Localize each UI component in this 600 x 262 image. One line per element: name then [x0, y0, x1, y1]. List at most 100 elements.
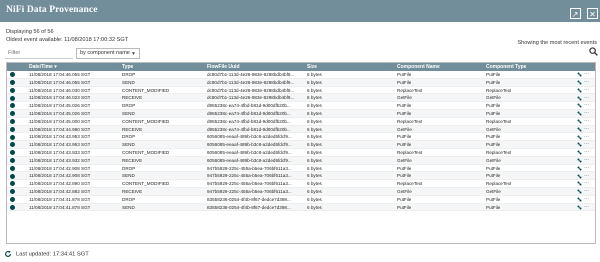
more-icon[interactable]: ⋯ — [584, 95, 589, 101]
lineage-icon[interactable] — [577, 111, 582, 116]
table-row: 11/08/2018 17:04:41.878 SGT DROP 83558236-… — [7, 196, 595, 204]
lineage-icon[interactable] — [577, 127, 582, 132]
header-flowfile-uuid[interactable]: FlowFile Uuid — [207, 63, 240, 71]
more-icon[interactable]: ⋯ — [584, 149, 589, 155]
cell-component-type: PutFile — [486, 204, 501, 210]
header-datetime[interactable]: Date/Time ▾ — [29, 63, 57, 71]
info-icon[interactable] — [10, 87, 15, 93]
lineage-icon[interactable] — [577, 142, 582, 147]
info-icon[interactable] — [10, 134, 15, 140]
footer: Last updated: 17:34:41 SGT — [4, 250, 89, 258]
table-row: 11/08/2018 17:04:45.000 SGT CONTENT_MODIF… — [7, 118, 595, 126]
info-icon[interactable] — [10, 118, 15, 124]
info-icon[interactable] — [10, 189, 15, 195]
open-in-new-window-icon[interactable]: ↗ — [569, 8, 581, 19]
cell-flowfile-uuid: 6056085-eeaaf-489b-b3c8-a2ded5fdcf9... — [207, 149, 292, 155]
lineage-icon[interactable] — [577, 80, 582, 85]
info-icon[interactable] — [10, 173, 15, 179]
info-icon[interactable] — [10, 196, 15, 202]
cell-datetime: 11/08/2018 17:04:42.908 SGT — [29, 165, 91, 171]
more-icon[interactable]: ⋯ — [584, 110, 589, 116]
cell-component-name: PutFile — [397, 173, 412, 179]
cell-datetime: 11/08/2018 17:04:46.023 SGT — [29, 95, 91, 101]
cell-size: 6 bytes — [307, 72, 322, 77]
lineage-icon[interactable] — [577, 174, 582, 179]
more-icon[interactable]: ⋯ — [584, 165, 589, 171]
info-icon[interactable] — [10, 72, 15, 78]
table-row: 11/08/2018 17:04:42.890 SGT CONTENT_MODIF… — [7, 180, 595, 188]
info-icon[interactable] — [10, 95, 15, 101]
cell-component-type: GetFile — [486, 157, 501, 163]
lineage-icon[interactable] — [577, 181, 582, 186]
cell-type: SEND — [122, 110, 135, 116]
refresh-icon[interactable] — [4, 250, 12, 258]
more-icon[interactable]: ⋯ — [584, 204, 589, 210]
cell-component-name: PutFile — [397, 103, 412, 109]
search-icon[interactable] — [589, 47, 598, 56]
cell-type: DROP — [122, 165, 136, 171]
more-icon[interactable]: ⋯ — [584, 118, 589, 124]
header-size[interactable]: Size — [307, 63, 317, 71]
cell-flowfile-uuid: dc80d7b1-113d-4e26-983e-8298bdb4bf9... — [207, 72, 295, 77]
cell-size: 6 bytes — [307, 134, 322, 140]
info-icon[interactable] — [10, 204, 15, 210]
filter-input[interactable] — [5, 48, 73, 59]
cell-size: 6 bytes — [307, 157, 322, 163]
lineage-icon[interactable] — [577, 103, 582, 108]
more-icon[interactable]: ⋯ — [584, 180, 589, 186]
info-icon[interactable] — [10, 157, 15, 163]
more-icon[interactable]: ⋯ — [584, 196, 589, 202]
info-icon[interactable] — [10, 165, 15, 171]
close-icon[interactable]: ✕ — [587, 8, 598, 19]
cell-datetime: 11/08/2018 17:04:41.878 SGT — [29, 196, 91, 202]
more-icon[interactable]: ⋯ — [584, 173, 589, 179]
lineage-icon[interactable] — [577, 189, 582, 194]
more-icon[interactable]: ⋯ — [584, 102, 589, 108]
info-icon[interactable] — [10, 150, 15, 156]
lineage-icon[interactable] — [577, 96, 582, 101]
info-icon[interactable] — [10, 79, 15, 85]
table-row: 11/08/2018 17:04:42.908 SGT DROP 947b5929-… — [7, 165, 595, 173]
lineage-icon[interactable] — [577, 205, 582, 210]
cell-type: RECEIVE — [122, 157, 143, 163]
lineage-icon[interactable] — [577, 135, 582, 140]
table-row: 11/08/2018 17:04:45.026 SGT DROP d955238c-… — [7, 102, 595, 110]
header-component-type[interactable]: Component Type — [486, 63, 526, 71]
lineage-icon[interactable] — [577, 119, 582, 124]
cell-size: 6 bytes — [307, 204, 322, 210]
cell-type: RECEIVE — [122, 188, 143, 194]
cell-size: 6 bytes — [307, 126, 322, 132]
info-icon[interactable] — [10, 142, 15, 148]
more-icon[interactable]: ⋯ — [584, 134, 589, 140]
cell-component-name: ReplaceText — [397, 149, 423, 155]
cell-datetime: 11/08/2018 17:04:45.026 SGT — [29, 110, 91, 116]
more-icon[interactable]: ⋯ — [584, 157, 589, 163]
more-icon[interactable]: ⋯ — [584, 87, 589, 93]
info-icon[interactable] — [10, 126, 15, 132]
more-icon[interactable]: ⋯ — [584, 141, 589, 147]
cell-component-name: ReplaceText — [397, 118, 423, 124]
lineage-icon[interactable] — [577, 166, 582, 171]
filter-by-select[interactable]: by component name ▼ — [76, 48, 140, 59]
lineage-icon[interactable] — [577, 158, 582, 163]
cell-datetime: 11/08/2018 17:04:42.890 SGT — [29, 181, 91, 187]
lineage-icon[interactable] — [577, 197, 582, 202]
info-icon[interactable] — [10, 111, 15, 117]
cell-type: CONTENT_MODIFIED — [122, 118, 170, 124]
cell-datetime: 11/08/2018 17:04:41.878 SGT — [29, 204, 91, 210]
more-icon[interactable]: ⋯ — [584, 188, 589, 194]
lineage-icon[interactable] — [577, 72, 582, 77]
lineage-icon[interactable] — [577, 88, 582, 93]
lineage-icon[interactable] — [577, 150, 582, 155]
cell-type: DROP — [122, 196, 136, 202]
more-icon[interactable]: ⋯ — [584, 71, 589, 77]
header-component-name[interactable]: Component Name — [397, 63, 440, 71]
cell-component-name: PutFile — [397, 79, 412, 85]
more-icon[interactable]: ⋯ — [584, 79, 589, 85]
info-icon[interactable] — [10, 181, 15, 187]
cell-component-type: ReplaceText — [486, 87, 512, 93]
more-icon[interactable]: ⋯ — [584, 126, 589, 132]
header-type[interactable]: Type — [122, 63, 133, 71]
info-icon[interactable] — [10, 103, 15, 109]
cell-size: 6 bytes — [307, 149, 322, 155]
